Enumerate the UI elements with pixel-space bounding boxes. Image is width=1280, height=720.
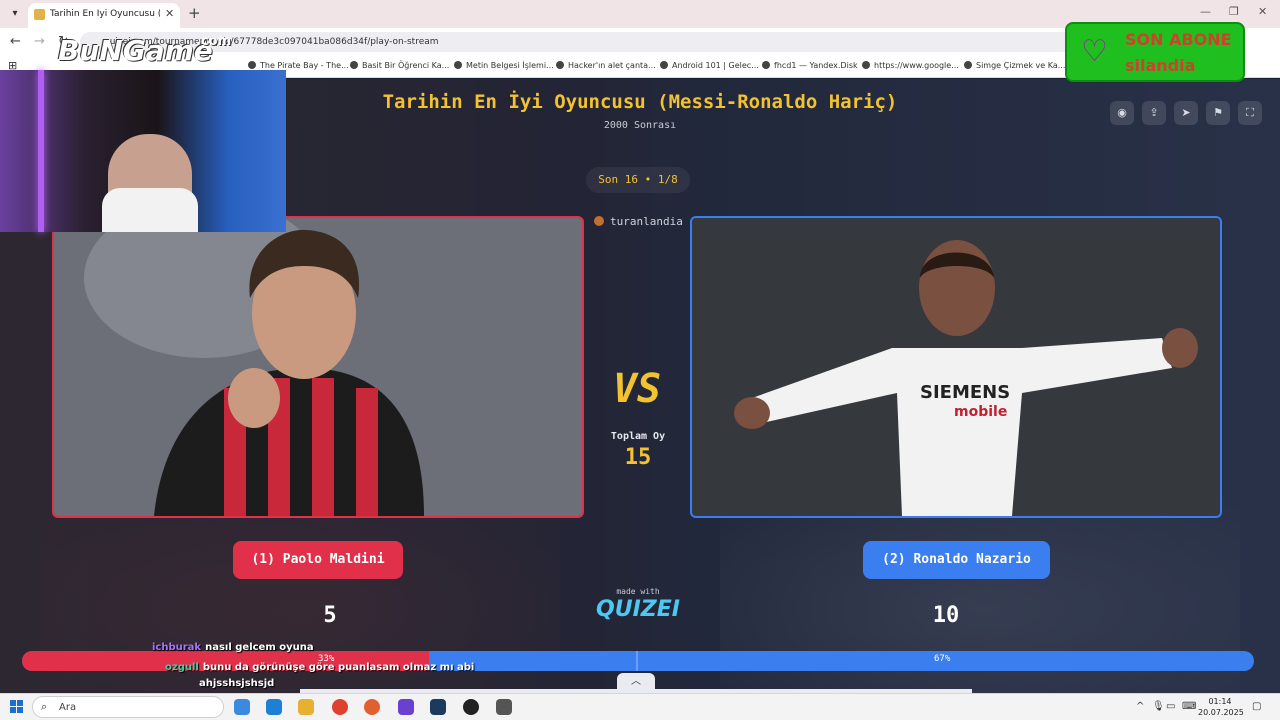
streamer-tag: turanlandia [594, 215, 683, 228]
tray-chevron-icon[interactable]: ^ [1136, 701, 1144, 712]
bookmark-icon [350, 61, 358, 69]
bookmark-item[interactable]: Basit Bir Öğrenci Ka... [350, 61, 449, 70]
vote-progress-midline [636, 651, 638, 671]
chrome-icon[interactable] [332, 699, 348, 715]
obs-icon[interactable] [463, 699, 479, 715]
svg-text:mobile: mobile [954, 404, 1007, 420]
svg-text:SIEMENS: SIEMENS [920, 382, 1010, 403]
choose-left-button[interactable]: (1) Paolo Maldini [233, 541, 403, 579]
taskbar-clock[interactable]: 01:14 20.07.2025 [1198, 696, 1244, 718]
chat-message: ichburak nasıl gelcem oyuna [152, 642, 314, 653]
subscriber-alert: ♡ SON ABONE silandia [1065, 22, 1245, 82]
clock-time: 01:14 [1208, 697, 1232, 706]
new-tab-icon[interactable]: + [188, 4, 201, 22]
tab-favicon-icon [34, 9, 45, 20]
forward-icon[interactable]: → [34, 34, 45, 49]
bookmark-icon [454, 61, 462, 69]
bookmark-icon [556, 61, 564, 69]
flag-icon[interactable]: ⚑ [1206, 101, 1230, 125]
tab-close-icon[interactable]: ✕ [165, 7, 174, 20]
right-percent-label: 67% [934, 654, 951, 664]
browser-tab[interactable]: Tarihin En İyi Oyuncusu (Messi-Ronaldo H… [28, 3, 180, 28]
quizei-logo[interactable]: QUIZEI [586, 597, 690, 622]
heart-icon: ♡ [1081, 34, 1108, 69]
candidate-card-left[interactable] [52, 216, 584, 518]
streamer-avatar-icon [594, 216, 604, 226]
windows-taskbar: ⌕ Ara ^ 🎙 ▭ ⌨ 01:14 20.07.2025 ▢ [0, 693, 1280, 720]
webcam-overlay [0, 70, 286, 232]
taskbar-search-placeholder: Ara [59, 702, 77, 713]
taskbar-search-input[interactable]: ⌕ Ara [32, 696, 224, 718]
keyboard-icon[interactable]: ⌨ [1182, 701, 1196, 712]
app-icon[interactable] [496, 699, 512, 715]
windows-start-icon[interactable] [10, 700, 24, 714]
bookmark-icon [862, 61, 870, 69]
right-vote-count: 10 [932, 603, 960, 628]
round-indicator: Son 16 • 1/8 [586, 167, 690, 193]
bookmark-item[interactable]: Metin Belgesi İşlemi... [454, 61, 554, 70]
notification-icon[interactable]: ▢ [1252, 701, 1261, 712]
edge-icon[interactable] [266, 699, 282, 715]
total-votes-value: 15 [624, 445, 652, 470]
bookmark-icon [660, 61, 668, 69]
bookmark-item[interactable]: Simge Çizmek ve Ka... [964, 61, 1065, 70]
chat-message: ozgull bunu da görünüşe göre puanlasam ol… [165, 662, 475, 673]
bookmark-item[interactable]: The Pirate Bay - The... [248, 61, 349, 70]
subscriber-alert-name: silandia [1125, 56, 1196, 75]
led-strip [38, 70, 44, 232]
steam-icon[interactable] [430, 699, 446, 715]
bookmark-icon [964, 61, 972, 69]
share-icon[interactable]: ⇪ [1142, 101, 1166, 125]
microphone-icon[interactable]: 🎙 [1152, 701, 1165, 712]
total-votes-label: Toplam Oy [610, 431, 666, 442]
network-icon[interactable]: ▭ [1166, 701, 1175, 712]
discord-icon[interactable] [398, 699, 414, 715]
fullscreen-icon[interactable]: ⛶ [1238, 101, 1262, 125]
subscriber-alert-title: SON ABONE [1125, 30, 1232, 49]
choose-right-button[interactable]: (2) Ronaldo Nazario [863, 541, 1050, 579]
clock-date: 20.07.2025 [1198, 708, 1244, 717]
back-icon[interactable]: ← [10, 34, 21, 49]
bookmark-item[interactable]: https://www.google... [862, 61, 959, 70]
send-icon[interactable]: ➤ [1174, 101, 1198, 125]
restore-icon[interactable]: ❐ [1229, 5, 1239, 18]
bookmark-item[interactable]: fhcd1 — Yandex.Disk [762, 61, 858, 70]
vs-logo: VS [612, 366, 662, 412]
candidate-photo-left [54, 218, 582, 516]
file-explorer-icon[interactable] [298, 699, 314, 715]
bookmark-icon [248, 61, 256, 69]
bookmark-icon [762, 61, 770, 69]
made-with-label: made with [616, 587, 660, 596]
bookmark-item[interactable]: Android 101 | Gelec... [660, 61, 759, 70]
copilot-icon[interactable] [234, 699, 250, 715]
channel-logo: BuNGame [58, 34, 213, 67]
bookmark-item[interactable]: Hacker'ın alet çanta... [556, 61, 656, 70]
minimize-icon[interactable]: — [1200, 5, 1211, 18]
search-icon: ⌕ [41, 700, 48, 713]
tab-title: Tarihin En İyi Oyuncusu (Messi-Ronaldo H… [50, 9, 160, 19]
streamer-shirt [102, 188, 198, 232]
candidate-card-right[interactable]: SIEMENS mobile [690, 216, 1222, 518]
chat-message: ahjsshsjshsjd [199, 678, 275, 689]
left-vote-count: 5 [323, 603, 337, 628]
chrome-active-icon[interactable] [364, 699, 380, 715]
eye-icon[interactable]: ◉ [1110, 101, 1134, 125]
candidate-photo-right: SIEMENS mobile [692, 218, 1220, 516]
channel-logo-domain: .com [196, 34, 232, 49]
tab-search-icon[interactable]: ▾ [6, 5, 24, 23]
window-close-icon[interactable]: ✕ [1258, 5, 1267, 18]
